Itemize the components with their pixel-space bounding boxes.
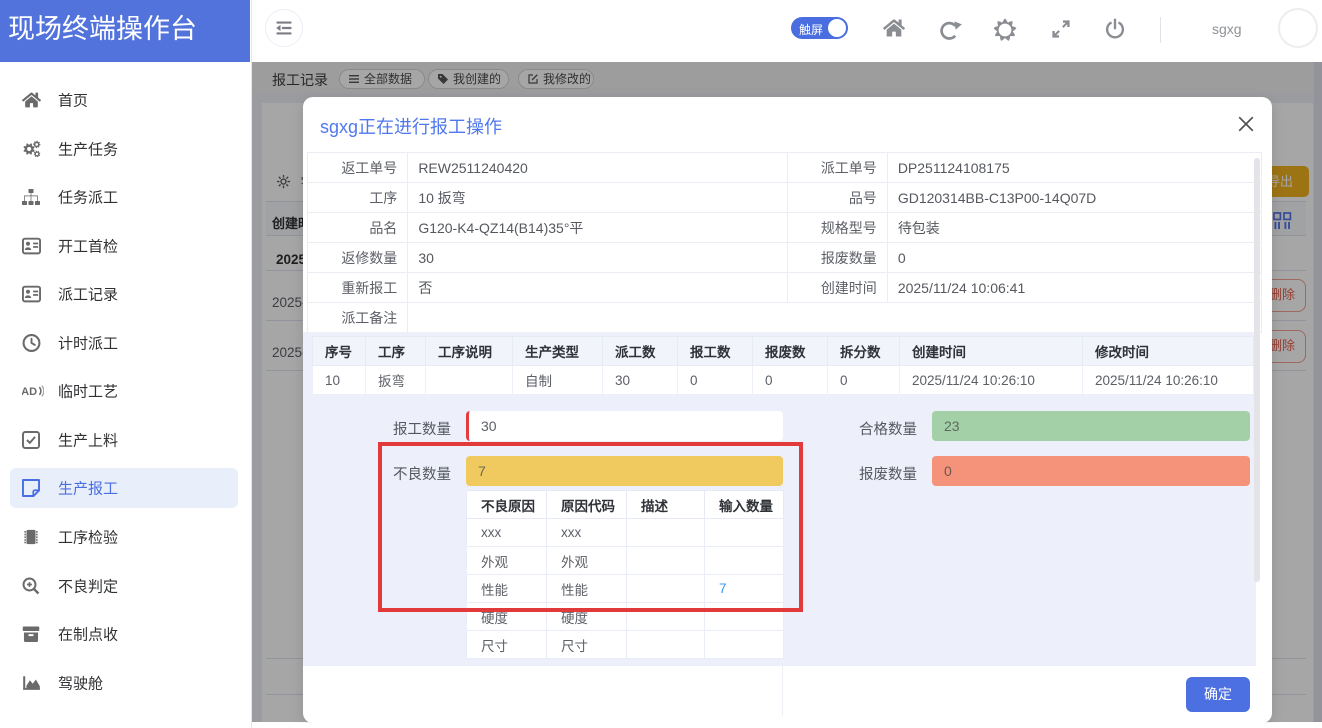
svg-text:AD: AD <box>22 386 37 398</box>
